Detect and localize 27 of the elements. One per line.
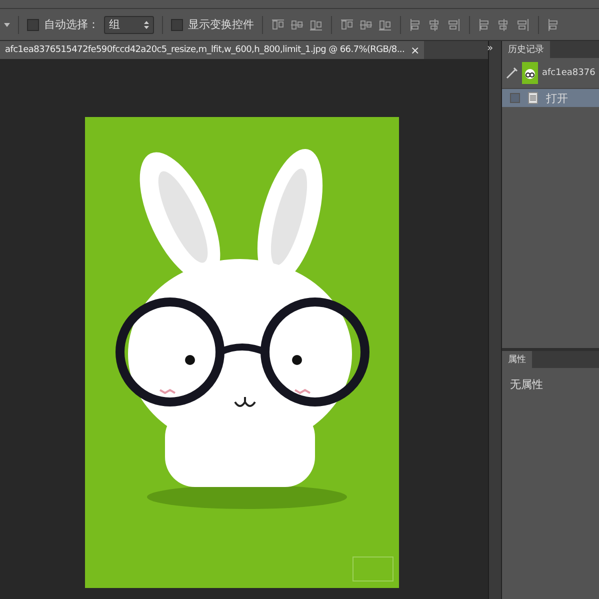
align-icon[interactable]	[309, 18, 323, 30]
document-tab[interactable]: afc1ea8376515472fe590fccd42a20c5_resize,m_lfit,w_600,h_800,limit_1.jpg @ 66.7%(RGB/8... ×	[0, 41, 424, 59]
close-button[interactable]: ×	[410, 44, 420, 56]
collapse-button[interactable]: »	[487, 43, 501, 54]
align-icon[interactable]	[271, 18, 285, 30]
document-icon	[528, 92, 538, 104]
caret-icon[interactable]	[4, 22, 10, 26]
align-icon[interactable]	[378, 18, 392, 30]
spinner-icon	[144, 20, 149, 28]
snapshot-name: afc1ea8376	[542, 68, 596, 78]
document-title: afc1ea8376515472fe590fccd42a20c5_resize,m_lfit,w_600,h_800,limit_1.jpg @ 66.7%(RGB/8...	[5, 45, 405, 55]
auto-select-dropdown[interactable]: 组	[104, 16, 154, 34]
align-icon[interactable]	[516, 18, 530, 30]
history-tab[interactable]: 历史记录	[502, 41, 550, 58]
checkbox[interactable]	[27, 18, 39, 30]
checkbox[interactable]	[510, 93, 520, 103]
align-icon[interactable]	[359, 18, 373, 30]
align-icon[interactable]	[447, 18, 461, 30]
align-icon[interactable]	[340, 18, 354, 30]
thumbnail-icon	[522, 62, 538, 84]
align-icon[interactable]	[290, 18, 304, 30]
properties-tab[interactable]: 属性	[502, 351, 532, 368]
checkbox[interactable]	[171, 18, 183, 30]
no-properties-text: 无属性	[509, 377, 544, 392]
show-transform-label: 显示变换控件	[188, 17, 254, 32]
dropdown-value: 组	[109, 17, 120, 32]
auto-select-label: 自动选择：	[44, 17, 99, 32]
